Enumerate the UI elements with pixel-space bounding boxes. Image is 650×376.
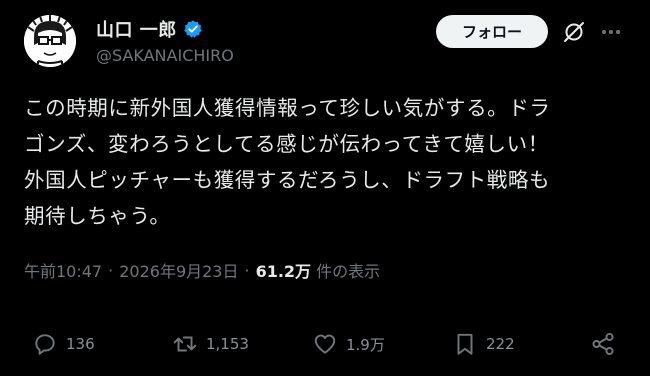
meta-separator: · [244,260,250,280]
display-name[interactable]: 山口 一郎 [96,16,177,42]
like-icon [314,334,336,354]
bookmark-icon [457,333,473,355]
tweet-meta: 午前10:47 · 2026年9月23日 · 61.2万 件の表示 [24,258,380,282]
views-label[interactable]: 件の表示 [316,258,380,282]
bookmark-count: 222 [486,335,515,353]
tweet-date[interactable]: 2026年9月23日 [119,258,238,282]
more-icon[interactable] [600,22,622,42]
tweet-text: この時期に新外国人獲得情報って珍しい気がする。ドラ ゴンズ、変わろうとしてる感じ… [24,96,551,228]
like-button[interactable]: 1.9万 [312,326,385,362]
avatar[interactable] [24,15,76,67]
user-handle[interactable]: @SAKANAICHIRO [96,46,234,65]
bookmark-button[interactable]: 222 [452,326,515,362]
views-count[interactable]: 61.2万 [256,258,311,282]
share-button[interactable] [590,326,624,362]
repost-count: 1,153 [206,335,249,353]
tweet-time[interactable]: 午前10:47 [24,258,102,282]
like-count: 1.9万 [346,335,385,354]
reply-button[interactable]: 136 [32,326,95,362]
follow-button[interactable]: フォロー [436,15,548,48]
repost-icon [173,336,197,352]
share-icon [592,332,614,356]
meta-separator: · [108,260,114,280]
repost-button[interactable]: 1,153 [172,326,249,362]
action-bar: 136 1,153 1.9万 222 [0,326,650,362]
verified-badge-icon [183,19,203,39]
reply-icon [35,334,55,355]
grok-icon[interactable] [562,20,586,44]
reply-count: 136 [66,335,95,353]
